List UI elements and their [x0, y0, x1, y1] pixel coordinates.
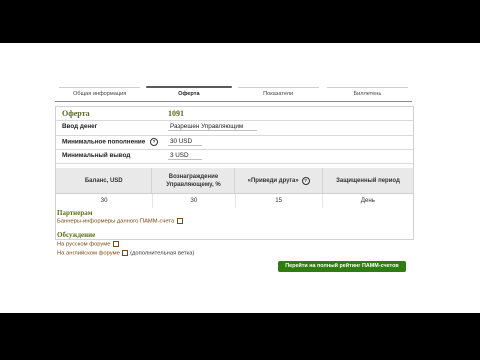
page-surface: Общая информация Оферта Показатели Билле… [0, 43, 480, 313]
full-rating-button[interactable]: Перейти на полный рейтинг ПАММ-счетов [278, 261, 406, 272]
offer-header-row: Оферта 1091 [56, 107, 413, 121]
partners-link[interactable]: Баннеры-информеры данного ПАММ-счета [57, 218, 183, 225]
help-icon[interactable]: ? [150, 138, 159, 146]
offer-number: 1091 [168, 109, 184, 118]
offer-table-row: 30 30 15 День [56, 194, 413, 208]
partners-title: Партнерам [57, 209, 93, 217]
min-withdraw-field: 3 USD [168, 152, 202, 160]
header-fee: Вознаграждение Управляющему, % [152, 168, 236, 193]
forum-link-english-text[interactable]: На английском форуме [57, 251, 120, 257]
min-topup-value: 30 USD [168, 138, 202, 146]
deposit-label: Ввод денег [62, 123, 98, 130]
header-balance: Баланс, USD [56, 168, 153, 193]
header-protected-period: Защищенный период [336, 177, 400, 184]
tab-offer[interactable]: Оферта [144, 86, 233, 101]
cell-protected-period: День [360, 197, 376, 204]
field-row-min-topup: Минимальное пополнение ? 30 USD [56, 135, 413, 150]
forum-link-note: (дополнительная ветка) [130, 250, 195, 257]
cell-fee: 30 [153, 194, 236, 208]
forum-link-english[interactable]: На английском форуме (дополнительная вет… [57, 250, 194, 257]
header-refer-friend-text: «Приведи друга» [247, 177, 299, 184]
tab-general[interactable]: Общая информация [55, 87, 144, 101]
deposit-field: Разрешен Управляющим [168, 123, 257, 131]
min-withdraw-value: 3 USD [168, 152, 202, 160]
partners-link-text[interactable]: Баннеры-информеры данного ПАММ-счета [57, 219, 174, 225]
header-refer-friend: «Приведи друга» ? [235, 168, 323, 193]
offer-title: Оферта [62, 109, 90, 118]
tab-metrics[interactable]: Показатели [234, 87, 323, 101]
field-row-deposit: Ввод денег Разрешен Управляющим [56, 120, 413, 136]
deposit-value: Разрешен Управляющим [168, 123, 257, 131]
min-withdraw-label: Минимальный вывод [62, 152, 131, 159]
offer-table-header: Баланс, USD Вознаграждение Управляющему,… [56, 168, 413, 194]
min-topup-label: Минимальное пополнение ? [62, 138, 159, 146]
min-topup-field: 30 USD [168, 138, 202, 146]
min-topup-label-text: Минимальное пополнение [62, 138, 146, 146]
forum-link-russian[interactable]: На русском форуме [57, 241, 120, 248]
cell-refer-friend: 15 [236, 194, 323, 208]
external-link-icon [113, 241, 120, 247]
discussion-title: Обсуждение [57, 231, 96, 239]
external-link-icon [176, 218, 183, 224]
forum-link-russian-text[interactable]: На русском форуме [57, 242, 110, 248]
help-icon[interactable]: ? [301, 176, 310, 185]
tab-bar: Общая информация Оферта Показатели Билле… [55, 86, 412, 102]
field-row-min-withdraw: Минимальный вывод 3 USD [56, 149, 413, 164]
tab-bulletin[interactable]: Биллетень [323, 87, 412, 101]
external-link-icon [122, 250, 129, 256]
cell-balance: 30 [56, 194, 154, 208]
